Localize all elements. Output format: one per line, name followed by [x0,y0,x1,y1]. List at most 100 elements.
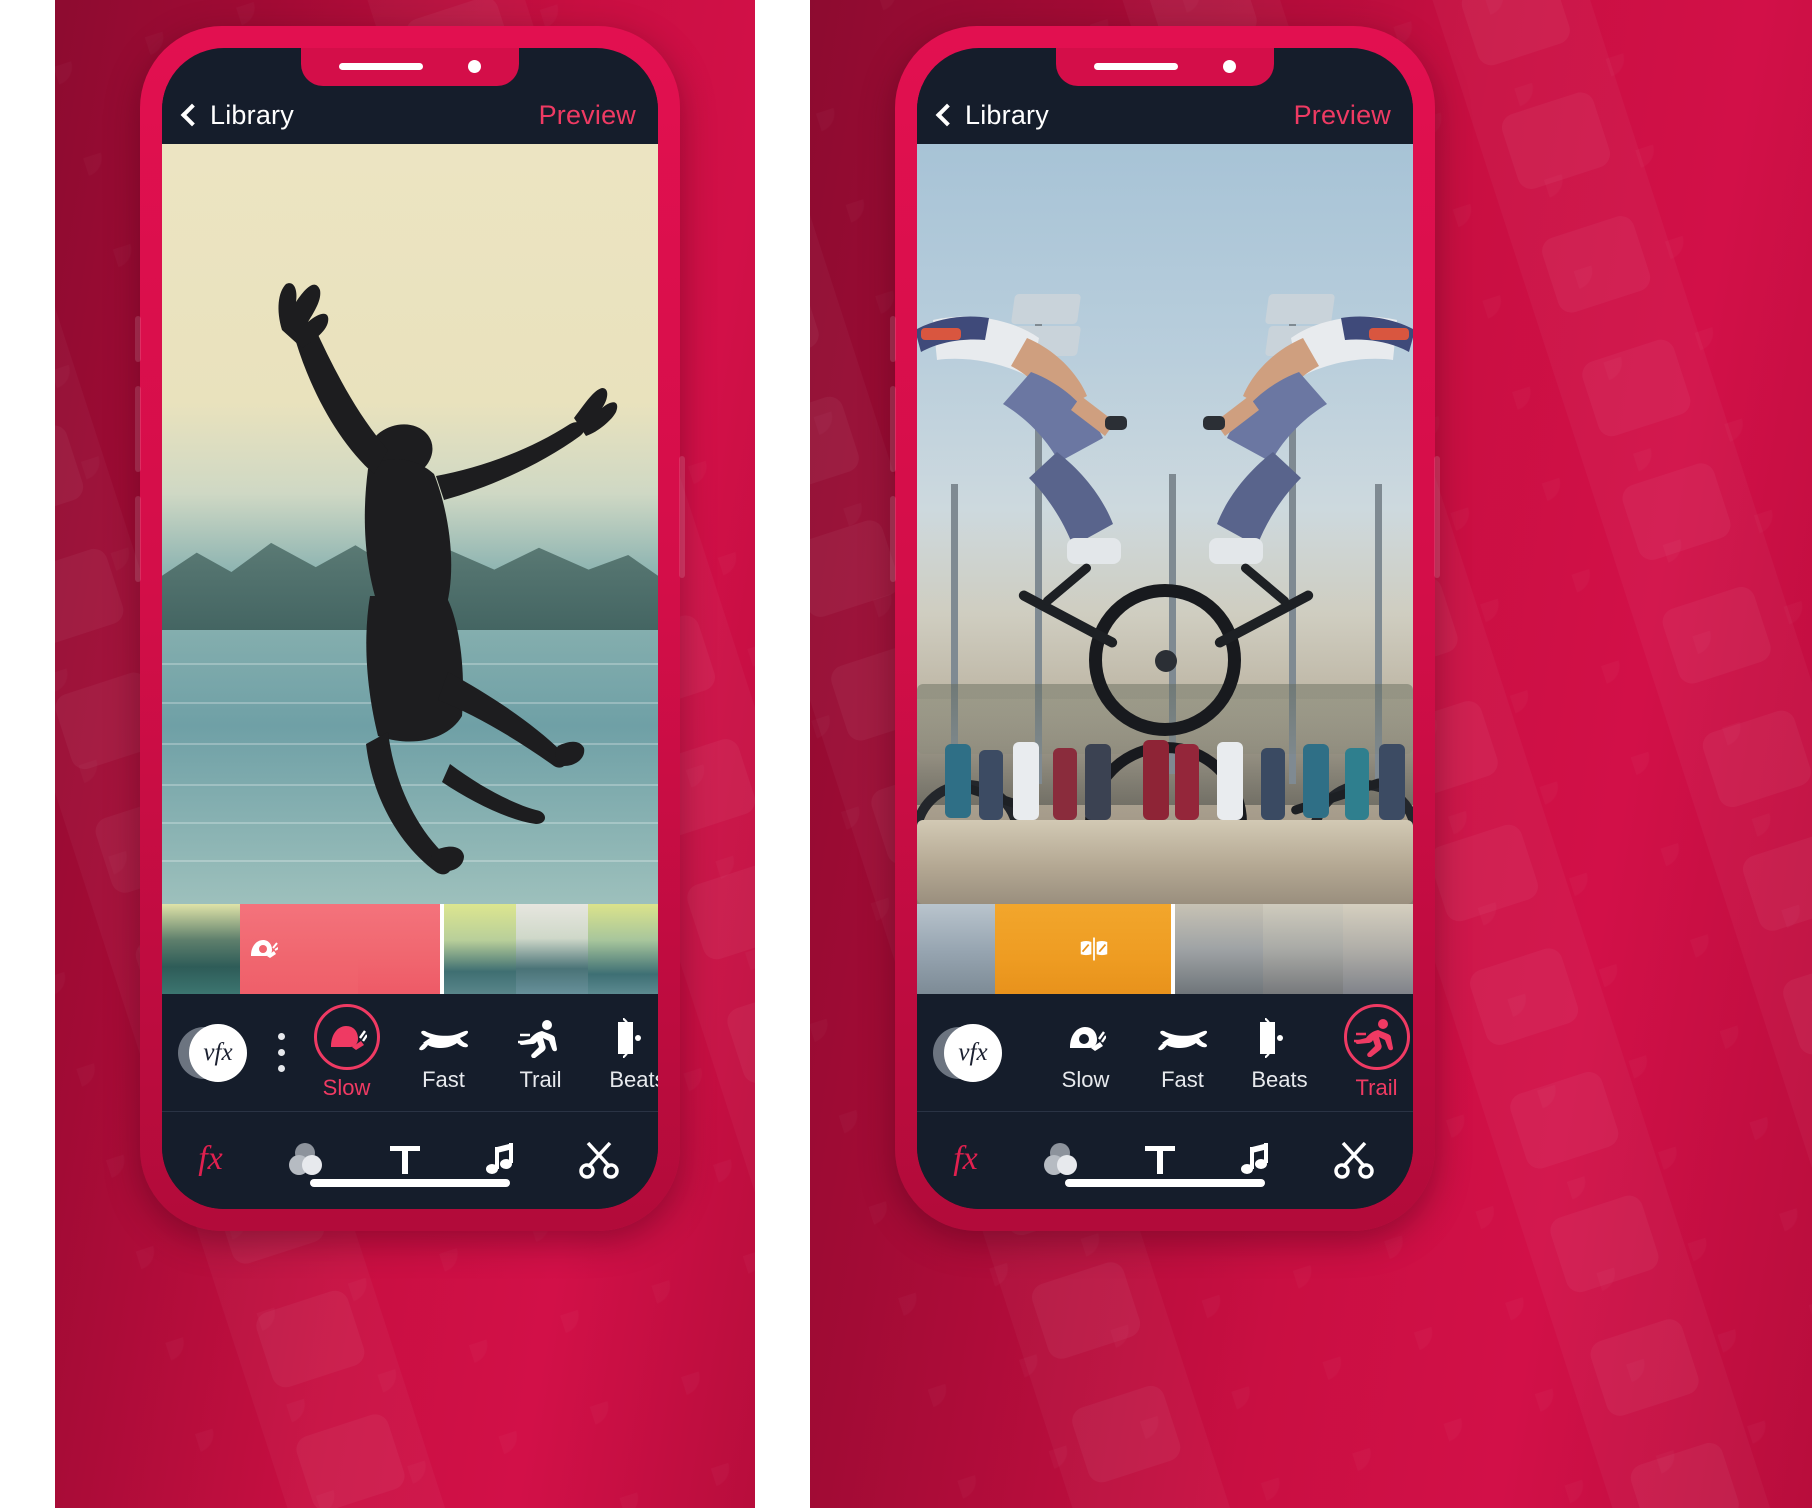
chevron-left-icon [935,103,959,127]
bmx-rider-left [917,316,1127,564]
color-circles-icon [1040,1139,1086,1179]
effect-label: Slow [322,1075,371,1100]
tool-speed[interactable] [647,1128,658,1190]
music-note-icon [483,1139,521,1179]
volume-up-button[interactable] [890,386,896,472]
phone-mockup-left: Library Preview vfx Slow Fast Trail Beat… [135,26,685,1231]
effects-bar-left[interactable]: vfx Slow Fast Trail Beat [162,994,658,1112]
home-indicator[interactable] [1065,1179,1265,1187]
cheetah-icon [1155,1012,1211,1064]
timeline-clip[interactable] [1263,904,1343,994]
scene-mirrored-bmx [917,144,1413,904]
fx-text-icon: fx [953,1140,978,1177]
effect-slow[interactable]: Slow [298,1004,395,1101]
effect-slow[interactable]: Slow [1037,1012,1134,1093]
effect-beats[interactable]: Beats [589,1012,658,1093]
timeline-clip[interactable] [588,904,658,994]
snail-icon [1058,1012,1114,1064]
vfx-button[interactable]: vfx [917,1023,1019,1082]
timeline-strip-right[interactable] [917,904,1413,994]
bmx-rider-right [1203,316,1413,564]
timeline-clip-selected[interactable] [995,904,1175,994]
timeline-clip[interactable] [162,904,240,994]
beats-icon [610,1012,659,1064]
tool-speed[interactable] [1402,1128,1413,1190]
chevron-left-icon [180,103,204,127]
navigation-bar: Library Preview [917,86,1413,144]
back-label: Library [210,99,294,130]
home-indicator[interactable] [310,1179,510,1187]
effects-bar-right[interactable]: vfx Slow Fast Beats Trail [917,994,1413,1112]
cheetah-icon [416,1012,472,1064]
scene-jumping-man [162,144,658,904]
tool-trim[interactable] [550,1128,647,1190]
silent-switch[interactable] [890,316,896,362]
phone-mockup-right: Library Preview vfx Slow Fast Beats Trai… [890,26,1440,1231]
tool-fx[interactable]: fx [917,1128,1014,1190]
front-camera-icon [1223,60,1236,73]
navigation-bar: Library Preview [162,86,658,144]
effect-trail[interactable]: Trail [1328,1004,1413,1101]
back-to-library-button[interactable]: Library [935,99,1049,131]
timeline-clip[interactable] [516,904,588,994]
text-t-icon [385,1139,425,1179]
scissors-icon [1333,1139,1375,1179]
timeline-strip-left[interactable] [162,904,658,994]
runner-icon [513,1012,569,1064]
earpiece-speaker [1094,63,1178,70]
color-circles-icon [285,1139,331,1179]
tool-trim[interactable] [1305,1128,1402,1190]
volume-down-button[interactable] [890,496,896,582]
more-vertical-icon[interactable] [264,1033,298,1072]
effect-label: Beats [609,1067,658,1092]
effect-label: Fast [1161,1067,1204,1092]
back-label: Library [965,99,1049,130]
vfx-button[interactable]: vfx [162,1023,264,1082]
effect-label: Slow [1061,1067,1110,1092]
preview-button[interactable]: Preview [1294,100,1391,131]
snail-icon [251,940,278,958]
volume-up-button[interactable] [135,386,141,472]
effect-fast[interactable]: Fast [1134,1012,1231,1093]
timeline-clip[interactable] [444,904,516,994]
fx-text-icon: fx [198,1140,223,1177]
text-t-icon [1140,1139,1180,1179]
silent-switch[interactable] [135,316,141,362]
earpiece-speaker [339,63,423,70]
vfx-icon: vfx [189,1023,247,1082]
snail-icon [313,1004,380,1070]
notch [1056,48,1274,86]
scissors-icon [578,1139,620,1179]
video-preview-right[interactable] [917,144,1413,904]
vfx-icon: vfx [944,1023,1002,1082]
timeline-clip[interactable] [1175,904,1263,994]
front-camera-icon [468,60,481,73]
effect-label: Trail [519,1067,562,1092]
tool-fx[interactable]: fx [162,1128,259,1190]
bottom-toolbar-right[interactable]: fx [917,1112,1413,1209]
effect-label: Fast [422,1067,465,1092]
effect-label: Trail [1355,1075,1398,1100]
effect-label: Beats [1251,1067,1308,1092]
power-button[interactable] [679,456,685,578]
phone-screen-right: Library Preview vfx Slow Fast Beats Trai… [917,48,1413,1209]
timeline-clip[interactable] [1343,904,1413,994]
mirror-icon [1080,937,1108,961]
jumping-man-silhouette [278,283,618,875]
timeline-clip-selected[interactable] [358,904,444,994]
back-to-library-button[interactable]: Library [180,99,294,131]
music-note-icon [1238,1139,1276,1179]
runner-icon [1343,1004,1410,1070]
preview-button[interactable]: Preview [539,100,636,131]
volume-down-button[interactable] [135,496,141,582]
timeline-clip-selected[interactable] [240,904,358,994]
video-preview-left[interactable] [162,144,658,904]
timeline-clip[interactable] [917,904,995,994]
effect-trail[interactable]: Trail [492,1012,589,1093]
bottom-toolbar-left[interactable]: fx [162,1112,658,1209]
power-button[interactable] [1434,456,1440,578]
effect-beats[interactable]: Beats [1231,1012,1328,1093]
screenshot-root: Library Preview vfx Slow Fast Trail Beat… [0,0,1812,1508]
beats-icon [1252,1012,1308,1064]
effect-fast[interactable]: Fast [395,1012,492,1093]
